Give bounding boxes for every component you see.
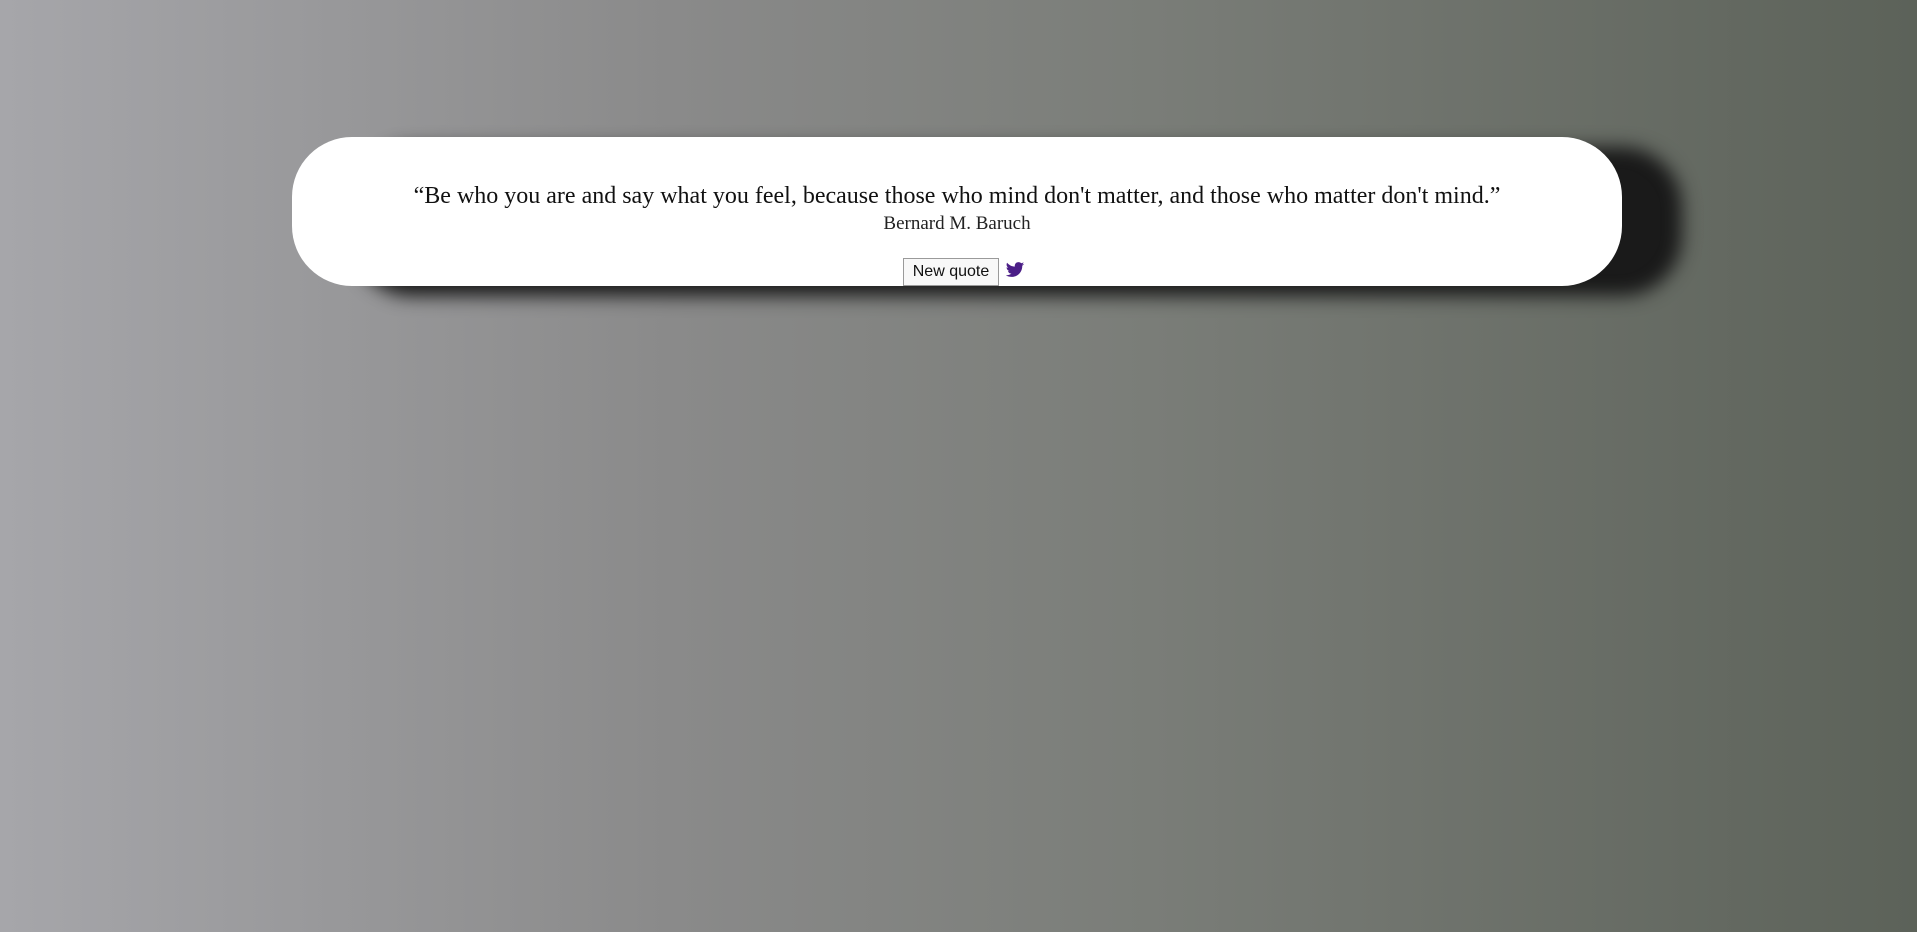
twitter-icon[interactable] (1005, 260, 1025, 280)
quote-text: “Be who you are and say what you feel, b… (413, 183, 1501, 209)
new-quote-button[interactable]: New quote (902, 258, 1000, 286)
quote-card: “Be who you are and say what you feel, b… (292, 137, 1622, 286)
quote-author: Bernard M. Baruch (883, 213, 1031, 234)
twitter-icon-graphic (1006, 262, 1025, 277)
quote-actions: New quote (292, 258, 1622, 286)
